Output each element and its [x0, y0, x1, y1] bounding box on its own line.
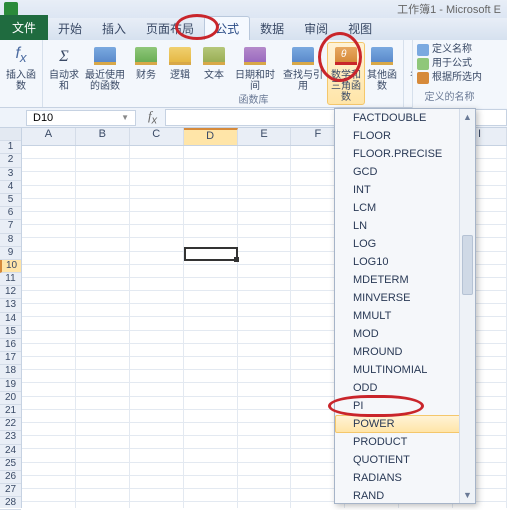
row-header-27[interactable]: 27 — [0, 484, 21, 497]
function-item-log[interactable]: LOG — [335, 235, 475, 253]
function-item-int[interactable]: INT — [335, 181, 475, 199]
row-header-18[interactable]: 18 — [0, 365, 21, 378]
tab-review[interactable]: 审阅 — [294, 17, 338, 40]
quick-access-toolbar — [4, 2, 18, 16]
text-button[interactable]: 文本 — [197, 42, 231, 105]
function-item-mround[interactable]: MROUND — [335, 343, 475, 361]
more-functions-button[interactable]: 其他函数 — [365, 42, 399, 105]
function-item-mdeterm[interactable]: MDETERM — [335, 271, 475, 289]
row-header-1[interactable]: 1 — [0, 141, 21, 154]
row-header-19[interactable]: 19 — [0, 379, 21, 392]
row-header-13[interactable]: 13 — [0, 299, 21, 312]
function-item-gcd[interactable]: GCD — [335, 163, 475, 181]
function-item-mmult[interactable]: MMULT — [335, 307, 475, 325]
function-item-quotient[interactable]: QUOTIENT — [335, 451, 475, 469]
row-header-11[interactable]: 11 — [0, 273, 21, 286]
autosum-button[interactable]: Σ自动求和 — [47, 42, 81, 105]
function-item-minverse[interactable]: MINVERSE — [335, 289, 475, 307]
function-item-factdouble[interactable]: FACTDOUBLE — [335, 109, 475, 127]
active-cell[interactable] — [184, 247, 238, 261]
row-header-2[interactable]: 2 — [0, 154, 21, 167]
function-item-multinomial[interactable]: MULTINOMIAL — [335, 361, 475, 379]
scroll-thumb[interactable] — [462, 235, 473, 295]
ribbon-names-group: 定义名称 用于公式 根据所选内 定义的名称 — [412, 40, 507, 108]
ribbon-group-label: 函数库 — [239, 91, 269, 106]
grid-icon — [417, 72, 429, 84]
col-header-C[interactable]: C — [130, 128, 184, 145]
tab-page-layout[interactable]: 页面布局 — [136, 17, 204, 40]
tab-file[interactable]: 文件 — [0, 15, 48, 40]
function-item-power[interactable]: POWER — [335, 415, 475, 433]
row-header-10[interactable]: 10 — [0, 260, 21, 273]
row-header-3[interactable]: 3 — [0, 168, 21, 181]
title-bar: 工作簿1 - Microsoft E — [0, 0, 507, 18]
row-header-21[interactable]: 21 — [0, 405, 21, 418]
tab-formulas[interactable]: 公式 — [204, 16, 250, 40]
function-item-floor-precise[interactable]: FLOOR.PRECISE — [335, 145, 475, 163]
function-item-log10[interactable]: LOG10 — [335, 253, 475, 271]
tab-home[interactable]: 开始 — [48, 17, 92, 40]
use-in-formula-button[interactable]: 用于公式 — [417, 57, 482, 71]
tab-view[interactable]: 视图 — [338, 17, 382, 40]
col-header-A[interactable]: A — [22, 128, 76, 145]
create-from-selection-button[interactable]: 根据所选内 — [417, 71, 482, 85]
col-header-B[interactable]: B — [76, 128, 130, 145]
function-item-mod[interactable]: MOD — [335, 325, 475, 343]
function-item-radians[interactable]: RADIANS — [335, 469, 475, 487]
math-trig-button[interactable]: θ数学和三角函数 — [327, 42, 365, 105]
insert-function-button[interactable]: fx插入函数 — [4, 42, 38, 92]
window-title: 工作簿1 - Microsoft E — [397, 1, 501, 17]
ribbon-tabs: 文件 开始 插入 页面布局 公式 数据 审阅 视图 — [0, 18, 507, 40]
recent-function-button[interactable]: 最近使用的函数 — [81, 42, 129, 105]
name-box[interactable]: D10▼ — [26, 110, 136, 126]
logical-button[interactable]: 逻辑 — [163, 42, 197, 105]
scroll-down-arrow[interactable]: ▼ — [460, 487, 475, 503]
row-header-4[interactable]: 4 — [0, 181, 21, 194]
row-headers: 1234567891011121314151617181920212223242… — [0, 128, 22, 508]
row-header-12[interactable]: 12 — [0, 286, 21, 299]
function-item-floor[interactable]: FLOOR — [335, 127, 475, 145]
row-header-26[interactable]: 26 — [0, 471, 21, 484]
function-item-rand[interactable]: RAND — [335, 487, 475, 504]
row-header-14[interactable]: 14 — [0, 313, 21, 326]
function-item-lcm[interactable]: LCM — [335, 199, 475, 217]
row-header-20[interactable]: 20 — [0, 392, 21, 405]
row-header-15[interactable]: 15 — [0, 326, 21, 339]
scroll-up-arrow[interactable]: ▲ — [460, 109, 475, 125]
row-header-6[interactable]: 6 — [0, 207, 21, 220]
math-function-dropdown: FACTDOUBLEFLOORFLOOR.PRECISEGCDINTLCMLNL… — [334, 108, 476, 504]
lookup-button[interactable]: 查找与引用 — [279, 42, 327, 105]
function-item-ln[interactable]: LN — [335, 217, 475, 235]
row-header-23[interactable]: 23 — [0, 431, 21, 444]
row-header-9[interactable]: 9 — [0, 247, 21, 260]
row-header-5[interactable]: 5 — [0, 194, 21, 207]
fx-button[interactable]: fx — [140, 108, 165, 127]
row-header-17[interactable]: 17 — [0, 352, 21, 365]
col-header-D[interactable]: D — [184, 128, 238, 145]
row-header-8[interactable]: 8 — [0, 234, 21, 247]
row-header-25[interactable]: 25 — [0, 458, 21, 471]
row-header-22[interactable]: 22 — [0, 418, 21, 431]
excel-icon — [4, 2, 18, 16]
financial-button[interactable]: 财务 — [129, 42, 163, 105]
row-header-28[interactable]: 28 — [0, 497, 21, 510]
tab-insert[interactable]: 插入 — [92, 17, 136, 40]
names-group-label: 定义的名称 — [417, 88, 482, 103]
tab-data[interactable]: 数据 — [250, 17, 294, 40]
fx-icon — [417, 58, 429, 70]
define-name-button[interactable]: 定义名称 — [417, 43, 482, 57]
chevron-down-icon[interactable]: ▼ — [121, 113, 129, 122]
dropdown-scrollbar[interactable]: ▲ ▼ — [459, 109, 475, 503]
function-item-pi[interactable]: PI — [335, 397, 475, 415]
select-all-corner[interactable] — [0, 128, 21, 141]
function-item-product[interactable]: PRODUCT — [335, 433, 475, 451]
row-header-7[interactable]: 7 — [0, 220, 21, 233]
tag-icon — [417, 44, 429, 56]
row-header-16[interactable]: 16 — [0, 339, 21, 352]
col-header-E[interactable]: E — [238, 128, 292, 145]
function-item-odd[interactable]: ODD — [335, 379, 475, 397]
row-header-24[interactable]: 24 — [0, 445, 21, 458]
